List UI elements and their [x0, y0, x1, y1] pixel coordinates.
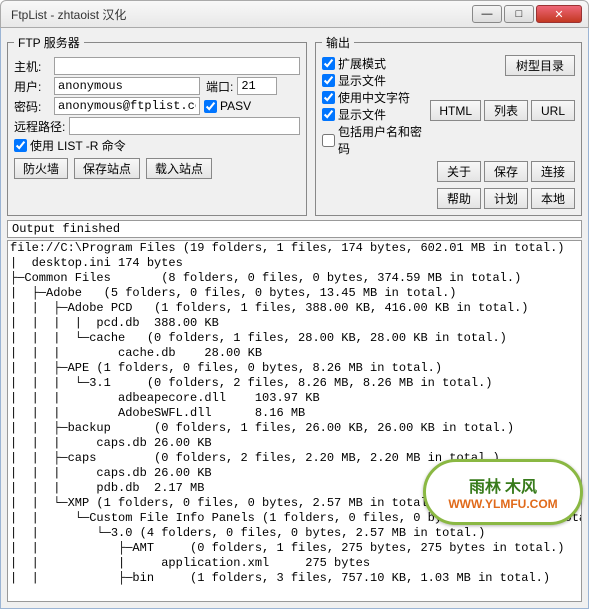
usecjk-label: 使用中文字符 — [338, 89, 410, 106]
output-listing[interactable]: file://C:\Program Files (19 folders, 1 f… — [7, 240, 582, 602]
extmode-checkbox[interactable] — [322, 57, 335, 70]
minimize-button[interactable]: — — [472, 5, 502, 23]
port-input[interactable] — [237, 77, 277, 95]
ftp-legend: FTP 服务器 — [14, 34, 84, 51]
status-bar: Output finished — [7, 220, 582, 238]
url-button[interactable]: URL — [531, 100, 575, 121]
listr-label: 使用 LIST -R 命令 — [30, 137, 126, 154]
pwd-input[interactable] — [54, 97, 200, 115]
port-label: 端口: — [206, 78, 233, 95]
help-button[interactable]: 帮助 — [437, 188, 481, 209]
pasv-checkbox[interactable] — [204, 100, 217, 113]
list-button[interactable]: 列表 — [484, 100, 528, 121]
showfile2-checkbox[interactable] — [322, 108, 335, 121]
usecjk-checkbox[interactable] — [322, 91, 335, 104]
save-button[interactable]: 保存 — [484, 161, 528, 182]
about-button[interactable]: 关于 — [437, 161, 481, 182]
host-input[interactable] — [54, 57, 300, 75]
pasv-label: PASV — [220, 99, 251, 113]
includeuser-label: 包括用户名和密码 — [338, 123, 430, 157]
treedir-button[interactable]: 树型目录 — [505, 55, 575, 76]
plan-button[interactable]: 计划 — [484, 188, 528, 209]
maximize-button[interactable]: □ — [504, 5, 534, 23]
host-label: 主机: — [14, 58, 50, 75]
user-input[interactable] — [54, 77, 200, 95]
remote-path-label: 远程路径: — [14, 118, 65, 135]
html-button[interactable]: HTML — [430, 100, 481, 121]
output-group: 输出 扩展模式 显示文件 使用中文字符 显示文件 包括用户名和密码 树型目录 H… — [315, 34, 582, 216]
remote-path-input[interactable] — [69, 117, 300, 135]
titlebar: FtpList - zhtaoist 汉化 — □ ✕ — [0, 0, 589, 28]
showfile-checkbox[interactable] — [322, 74, 335, 87]
close-button[interactable]: ✕ — [536, 5, 582, 23]
includeuser-checkbox[interactable] — [322, 134, 335, 147]
showfile2-label: 显示文件 — [338, 106, 386, 123]
window-title: FtpList - zhtaoist 汉化 — [7, 6, 470, 23]
save-site-button[interactable]: 保存站点 — [74, 158, 140, 179]
pwd-label: 密码: — [14, 98, 50, 115]
user-label: 用户: — [14, 78, 50, 95]
firewall-button[interactable]: 防火墙 — [14, 158, 68, 179]
showfile-label: 显示文件 — [338, 72, 386, 89]
window-content: FTP 服务器 主机: 用户: 端口: 密码: PASV 远程路径: — [0, 28, 589, 609]
extmode-label: 扩展模式 — [338, 55, 386, 72]
load-site-button[interactable]: 载入站点 — [146, 158, 212, 179]
ftp-server-group: FTP 服务器 主机: 用户: 端口: 密码: PASV 远程路径: — [7, 34, 307, 216]
connect-button[interactable]: 连接 — [531, 161, 575, 182]
listr-checkbox[interactable] — [14, 139, 27, 152]
local-button[interactable]: 本地 — [531, 188, 575, 209]
output-legend: 输出 — [322, 34, 354, 51]
